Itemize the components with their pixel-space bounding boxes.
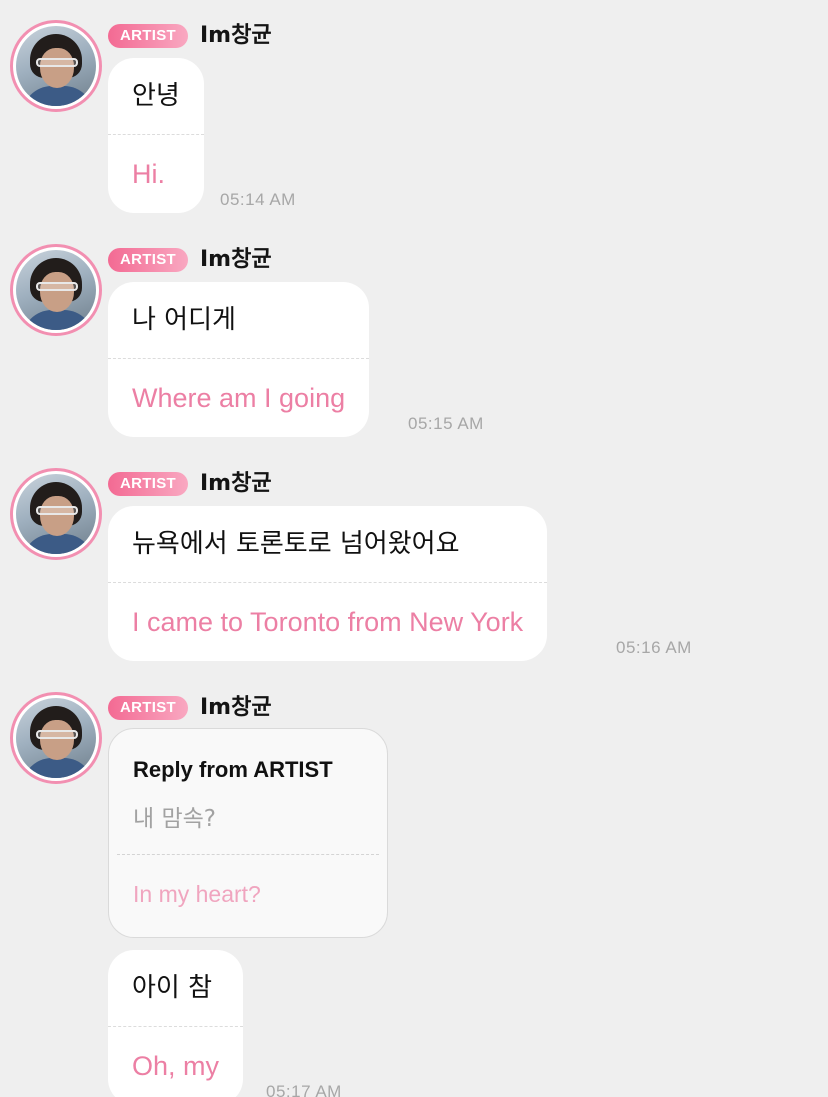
artist-badge: ARTIST — [108, 696, 188, 720]
original-text: 뉴욕에서 토론토로 넘어왔어요 — [132, 529, 460, 559]
translated-text: I came to Toronto from New York — [132, 607, 524, 637]
message-header: ARTIST Im창균 — [108, 694, 272, 722]
original-text: 아이 참 — [132, 973, 213, 1003]
reply-translated-text: In my heart? — [133, 881, 261, 907]
message-timestamp: 05:15 AM — [408, 414, 484, 433]
message-timestamp: 05:16 AM — [616, 638, 692, 657]
message-header: ARTIST Im창균 — [108, 246, 272, 274]
translated-text: Oh, my — [132, 1051, 220, 1081]
artist-avatar[interactable] — [10, 244, 102, 336]
message-header: ARTIST Im창균 — [108, 22, 272, 50]
message-bubble[interactable]: 안녕 Hi. — [108, 58, 204, 213]
reply-title: Reply from ARTIST — [133, 757, 333, 782]
artist-avatar[interactable] — [10, 468, 102, 560]
sender-name[interactable]: Im창균 — [200, 470, 272, 498]
message-timestamp: 05:17 AM — [266, 1082, 342, 1097]
message-bubble[interactable]: 뉴욕에서 토론토로 넘어왔어요 I came to Toronto from N… — [108, 506, 548, 661]
sender-name[interactable]: Im창균 — [200, 246, 272, 274]
reply-original-text: 내 맘속? — [133, 806, 216, 832]
artist-badge: ARTIST — [108, 24, 188, 48]
message-bubble[interactable]: 아이 참 Oh, my — [108, 950, 244, 1097]
reply-quote-card[interactable]: Reply from ARTIST 내 맘속? In my heart? — [108, 728, 388, 938]
message-bubble[interactable]: 나 어디게 Where am I going — [108, 282, 370, 437]
message-timestamp: 05:14 AM — [220, 190, 296, 209]
message-header: ARTIST Im창균 — [108, 470, 272, 498]
sender-name[interactable]: Im창균 — [200, 694, 272, 722]
reply-divider — [117, 854, 379, 855]
translated-text: Where am I going — [132, 383, 346, 413]
artist-badge: ARTIST — [108, 472, 188, 496]
artist-avatar[interactable] — [10, 20, 102, 112]
sender-name[interactable]: Im창균 — [200, 22, 272, 50]
original-text: 안녕 — [132, 81, 180, 111]
artist-badge: ARTIST — [108, 248, 188, 272]
chat-page: ARTIST Im창균 안녕 Hi. 05:14 AM ARTIST Im창균 … — [0, 0, 828, 1097]
translated-text: Hi. — [132, 159, 165, 189]
artist-avatar[interactable] — [10, 692, 102, 784]
original-text: 나 어디게 — [132, 305, 236, 335]
